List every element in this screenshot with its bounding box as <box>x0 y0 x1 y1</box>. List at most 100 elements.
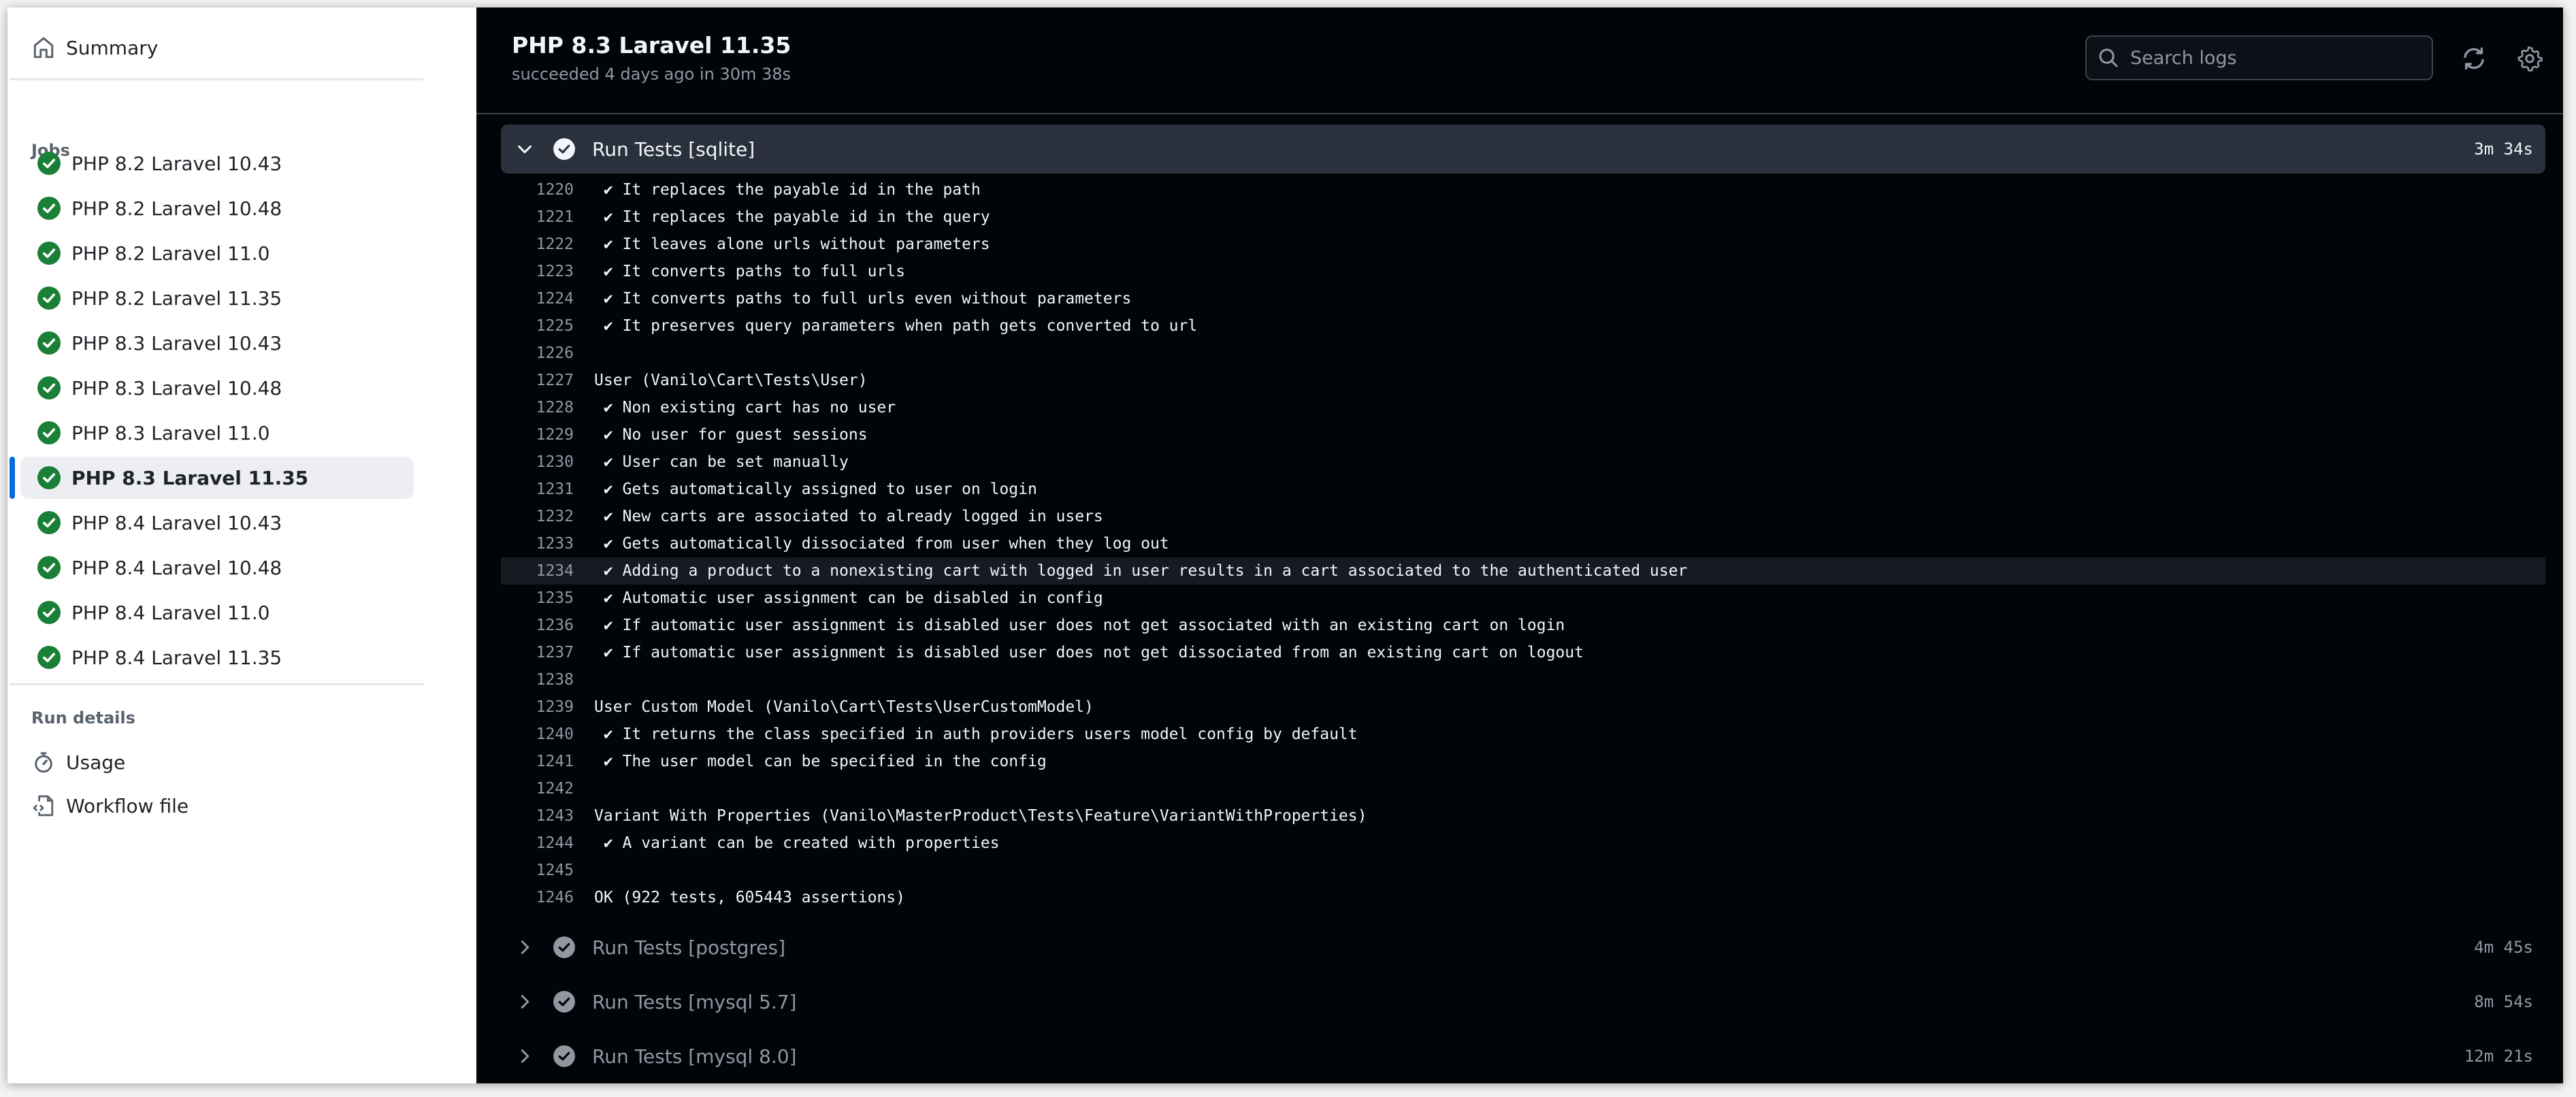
chevron-down-icon <box>518 145 532 154</box>
step-row[interactable]: Run Tests [mysql 5.7] 8m 54s <box>501 980 2545 1024</box>
log-line: 1239 User Custom Model (Vanilo\Cart\Tests… <box>501 693 2545 721</box>
sidebar-job-item[interactable]: PHP 8.3 Laravel 10.48 <box>20 367 414 409</box>
line-number[interactable]: 1239 <box>501 698 594 716</box>
file-code-icon <box>32 794 55 817</box>
line-number[interactable]: 1225 <box>501 317 594 335</box>
sidebar-job-item[interactable]: PHP 8.2 Laravel 11.0 <box>20 232 414 274</box>
line-number[interactable]: 1244 <box>501 834 594 852</box>
sidebar: Summary Jobs Run details Usage Workflow … <box>7 7 476 1083</box>
chevron-right-icon <box>521 995 529 1009</box>
line-number[interactable]: 1235 <box>501 589 594 607</box>
line-number[interactable]: 1243 <box>501 807 594 825</box>
step-duration: 4m 45s <box>2474 938 2533 957</box>
search-logs-field[interactable] <box>2085 35 2433 80</box>
job-log-panel: PHP 8.3 Laravel 11.35 succeeded 4 days a… <box>476 7 2563 1083</box>
log-line: 1236 ✔ If automatic user assignment is d… <box>501 612 2545 639</box>
sidebar-job-item[interactable]: PHP 8.4 Laravel 10.43 <box>20 502 414 544</box>
line-text: ✔ Non existing cart has no user <box>594 399 896 416</box>
line-number[interactable]: 1228 <box>501 399 594 416</box>
sidebar-divider <box>10 78 423 80</box>
log-line: 1237 ✔ If automatic user assignment is d… <box>501 639 2545 666</box>
step-run-tests-sqlite[interactable]: Run Tests [sqlite] 3m 34s <box>501 125 2545 174</box>
line-number[interactable]: 1236 <box>501 617 594 634</box>
line-text: ✔ Adding a product to a nonexisting cart… <box>594 562 1688 580</box>
sync-icon <box>2464 47 2484 70</box>
line-text: ✔ No user for guest sessions <box>594 426 868 444</box>
line-text: ✔ Gets automatically dissociated from us… <box>594 535 1169 553</box>
line-number[interactable]: 1238 <box>501 671 594 689</box>
sidebar-job-item[interactable]: PHP 8.2 Laravel 10.43 <box>20 142 414 184</box>
search-icon <box>2099 48 2118 67</box>
line-number[interactable]: 1234 <box>501 562 594 580</box>
home-icon <box>32 36 55 59</box>
step-duration: 12m 21s <box>2464 1047 2533 1066</box>
line-number[interactable]: 1237 <box>501 644 594 661</box>
line-number[interactable]: 1227 <box>501 372 594 389</box>
log-line: 1234 ✔ Adding a product to a nonexisting… <box>501 557 2545 585</box>
step-row[interactable]: Run Tests [mysql 8.0] 12m 21s <box>501 1034 2545 1078</box>
line-number[interactable]: 1240 <box>501 725 594 743</box>
log-line: 1238 <box>501 666 2545 693</box>
line-number[interactable]: 1221 <box>501 208 594 226</box>
check-circle-fill-icon <box>37 286 61 310</box>
line-text: User (Vanilo\Cart\Tests\User) <box>594 372 868 389</box>
sidebar-job-item[interactable]: PHP 8.3 Laravel 11.0 <box>20 412 414 454</box>
line-number[interactable]: 1222 <box>501 235 594 253</box>
job-label: PHP 8.3 Laravel 10.48 <box>71 376 282 399</box>
job-label: PHP 8.4 Laravel 10.48 <box>71 556 282 579</box>
refresh-button[interactable] <box>2461 46 2487 71</box>
sidebar-job-item[interactable]: PHP 8.4 Laravel 11.0 <box>20 591 414 634</box>
line-text: Variant With Properties (Vanilo\MasterPr… <box>594 807 1367 825</box>
line-number[interactable]: 1232 <box>501 508 594 525</box>
sidebar-workflow-file-link[interactable]: Workflow file <box>32 789 189 823</box>
line-number[interactable]: 1223 <box>501 263 594 280</box>
sidebar-job-item[interactable]: PHP 8.3 Laravel 11.35 <box>20 457 414 499</box>
search-logs-input[interactable] <box>2130 47 2416 69</box>
line-number[interactable]: 1220 <box>501 181 594 199</box>
line-text: ✔ If automatic user assignment is disabl… <box>594 644 1584 661</box>
sidebar-job-item[interactable]: PHP 8.4 Laravel 10.48 <box>20 546 414 589</box>
log-line: 1226 <box>501 340 2545 367</box>
sidebar-job-item[interactable]: PHP 8.4 Laravel 11.35 <box>20 636 414 678</box>
log-line: 1230 ✔ User can be set manually <box>501 448 2545 476</box>
log-line: 1233 ✔ Gets automatically dissociated fr… <box>501 530 2545 557</box>
line-number[interactable]: 1231 <box>501 480 594 498</box>
gear-icon <box>2517 46 2543 71</box>
step-name: Run Tests [mysql 5.7] <box>592 990 797 1013</box>
check-circle-fill-icon <box>37 556 61 579</box>
step-name: Run Tests [mysql 8.0] <box>592 1045 797 1068</box>
settings-button[interactable] <box>2517 46 2543 71</box>
step-name: Run Tests [sqlite] <box>592 137 755 161</box>
log-line: 1221 ✔ It replaces the payable id in the… <box>501 203 2545 231</box>
line-number[interactable]: 1242 <box>501 780 594 798</box>
line-number[interactable]: 1226 <box>501 344 594 362</box>
line-number[interactable]: 1246 <box>501 889 594 906</box>
job-label: PHP 8.4 Laravel 11.35 <box>71 646 282 669</box>
sidebar-job-item[interactable]: PHP 8.2 Laravel 11.35 <box>20 277 414 319</box>
log-line: 1242 <box>501 775 2545 802</box>
job-label: PHP 8.4 Laravel 10.43 <box>71 511 282 534</box>
line-text: ✔ A variant can be created with properti… <box>594 834 1000 852</box>
log-line: 1244 ✔ A variant can be created with pro… <box>501 830 2545 857</box>
job-label: PHP 8.3 Laravel 11.35 <box>71 466 309 489</box>
line-number[interactable]: 1229 <box>501 426 594 444</box>
job-label: PHP 8.2 Laravel 10.48 <box>71 197 282 220</box>
line-number[interactable]: 1224 <box>501 290 594 308</box>
sidebar-summary-link[interactable]: Summary <box>32 31 158 65</box>
line-number[interactable]: 1245 <box>501 862 594 879</box>
job-label: PHP 8.2 Laravel 11.35 <box>71 286 282 310</box>
sidebar-usage-link[interactable]: Usage <box>32 745 125 779</box>
sidebar-job-item[interactable]: PHP 8.3 Laravel 10.43 <box>20 322 414 364</box>
step-row[interactable]: Run Tests [postgres] 4m 45s <box>501 926 2545 969</box>
line-number[interactable]: 1233 <box>501 535 594 553</box>
line-number[interactable]: 1241 <box>501 753 594 770</box>
sidebar-job-item[interactable]: PHP 8.2 Laravel 10.48 <box>20 187 414 229</box>
line-text: User Custom Model (Vanilo\Cart\Tests\Use… <box>594 698 1094 716</box>
line-text: OK (922 tests, 605443 assertions) <box>594 889 905 906</box>
summary-label: Summary <box>66 36 159 59</box>
job-title: PHP 8.3 Laravel 11.35 <box>512 32 792 59</box>
log-line: 1223 ✔ It converts paths to full urls <box>501 258 2545 285</box>
line-text: ✔ If automatic user assignment is disabl… <box>594 617 1565 634</box>
log-line: 1224 ✔ It converts paths to full urls ev… <box>501 285 2545 312</box>
line-number[interactable]: 1230 <box>501 453 594 471</box>
